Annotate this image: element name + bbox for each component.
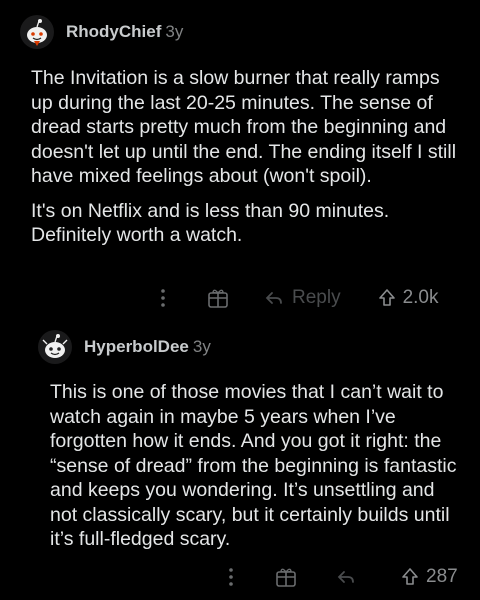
avatar[interactable] <box>20 15 54 49</box>
more-options-button[interactable] <box>224 566 238 588</box>
comment-header: RhodyChief 3y <box>20 15 183 49</box>
upvote-button[interactable]: 287 <box>400 566 458 588</box>
vote-count: 287 <box>426 566 458 587</box>
gift-icon <box>276 568 296 587</box>
upvote-arrow-icon <box>378 289 395 306</box>
snoo-avatar-icon <box>42 334 68 358</box>
more-vertical-icon <box>161 289 165 307</box>
comment-paragraph: This is one of those movies that I can’t… <box>50 381 457 550</box>
snoo-avatar-icon <box>27 19 47 46</box>
username[interactable]: RhodyChief <box>66 22 161 42</box>
timestamp: 3y <box>192 337 211 356</box>
comment-paragraph: It's on Netflix and is less than 90 minu… <box>31 199 390 247</box>
award-button[interactable] <box>206 287 230 309</box>
avatar[interactable] <box>38 330 72 364</box>
upvote-button[interactable]: 2.0k <box>377 287 439 309</box>
vote-count: 2.0k <box>402 287 439 308</box>
more-options-button[interactable] <box>156 287 170 309</box>
timestamp: 3y <box>165 22 184 41</box>
upvote-arrow-icon <box>402 568 418 585</box>
gift-icon <box>208 289 228 308</box>
username[interactable]: HyperbolDee <box>84 337 189 357</box>
comment-actions: Reply 2.0k <box>156 287 439 309</box>
comment-paragraph: The Invitation is a slow burner that rea… <box>31 67 457 187</box>
comment-body: This is one of those movies that I can’t… <box>50 380 462 552</box>
reply-button[interactable] <box>336 567 356 587</box>
comment-header: HyperbolDee 3y <box>38 330 211 364</box>
reply-label: Reply <box>292 287 341 308</box>
comment-actions: 287 <box>224 566 458 588</box>
reply-arrow-icon <box>337 571 354 583</box>
more-vertical-icon <box>229 568 233 586</box>
award-button[interactable] <box>274 566 298 588</box>
reply-arrow-icon <box>265 292 282 304</box>
reply-button[interactable]: Reply <box>264 287 341 309</box>
comment-body: The Invitation is a slow burner that rea… <box>31 66 461 248</box>
